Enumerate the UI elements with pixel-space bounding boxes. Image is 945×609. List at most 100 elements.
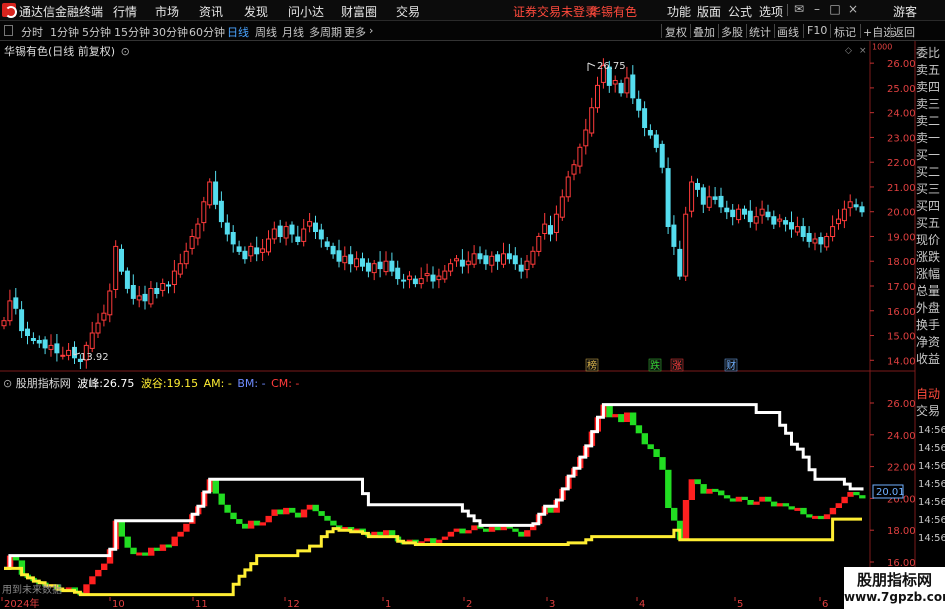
menu-item-quotes[interactable]: 行情 (113, 3, 137, 20)
menu-item-trade[interactable]: 交易 (396, 3, 420, 20)
date-tick-label: 3 (549, 599, 555, 609)
tab-period-monthly[interactable]: 月线 (282, 24, 304, 40)
indicator-block (665, 469, 672, 508)
event-marker[interactable]: 榜 (585, 358, 599, 372)
indicator-block (735, 496, 743, 502)
main-kline-chart[interactable]: 26.00 25.00 24.00 23.00 22.00 21.00 20.00 19.00… (0, 41, 945, 372)
indicator-block (794, 507, 801, 511)
quote-field-11: 现价 (916, 233, 941, 247)
tab-period-daily[interactable]: 日线 (227, 24, 249, 40)
tab-period-60min[interactable]: 60分钟 (189, 24, 225, 40)
indicator-block (242, 523, 249, 529)
toolbar-separator (860, 24, 861, 38)
candle (683, 206, 689, 281)
button-multi-stock[interactable]: 多股 (721, 24, 743, 40)
event-marker[interactable]: 财 (724, 358, 738, 372)
indicator-block (518, 531, 525, 537)
indicator-tick-label: 22.00 (887, 463, 916, 474)
maximize-icon[interactable]: □ (828, 2, 842, 17)
event-marker[interactable]: 涨 (670, 358, 684, 372)
button-overlay[interactable]: 叠加 (693, 24, 715, 40)
price-tick-label: 26.00 (887, 59, 916, 70)
menu-item-formula[interactable]: 公式 (728, 3, 752, 20)
indicator-block (318, 511, 325, 516)
quote-field-5: 卖一 (916, 131, 941, 145)
tab-period-multi[interactable]: 多周期 (309, 24, 342, 40)
chevron-down-icon[interactable]: ⊙ (121, 45, 130, 58)
indicator-block (788, 506, 795, 510)
button-f10[interactable]: F10 (807, 24, 827, 37)
quote-detail-panel: 委比 卖五 卖四 卖三 卖二 卖一 买一 买二 买三 买四 买五 现价 涨跌 涨幅 总量 外盘 换手 净资 收益 (916, 45, 945, 368)
chevron-right-icon[interactable]: › (369, 24, 373, 37)
cm-value: CM: - (271, 377, 300, 390)
tab-period-15min[interactable]: 15分钟 (114, 24, 150, 40)
button-mark[interactable]: 标记 (834, 24, 856, 40)
tab-period-1min[interactable]: 1分钟 (50, 24, 79, 40)
candle (689, 175, 695, 218)
indicator-chart[interactable]: 26.0024.0022.0020.0018.0016.00 20.01 用到未… (0, 372, 945, 600)
toolbar-separator (830, 24, 831, 38)
indicator-block (835, 503, 842, 508)
tab-period-more[interactable]: 更多 (344, 24, 366, 40)
button-draw-line[interactable]: 画线 (777, 24, 799, 40)
indicator-block (682, 500, 690, 540)
button-back[interactable]: 返回 (893, 24, 915, 40)
menu-item-ask[interactable]: 问小达 (288, 3, 324, 20)
trade-login-warning[interactable]: 证券交易未登录 (513, 3, 597, 20)
menu-item-options[interactable]: 选项 (759, 3, 783, 20)
menu-item-wealth-circle[interactable]: 财富圈 (341, 3, 377, 20)
tab-period-5min[interactable]: 5分钟 (82, 24, 111, 40)
close-icon[interactable]: × (846, 2, 860, 17)
guest-user-label[interactable]: 游客 (893, 3, 917, 20)
collapse-panel-icon[interactable] (4, 25, 13, 36)
price-tick-label: 23.00 (887, 133, 916, 144)
price-tick-label: 15.00 (887, 332, 916, 343)
tab-period-timeshare[interactable]: 分时 (21, 24, 43, 40)
menu-item-discover[interactable]: 发现 (244, 3, 268, 20)
quote-field-17: 净资 (916, 335, 941, 349)
peak-label: 波峰: (77, 377, 103, 390)
indicator-block (177, 531, 184, 537)
indicator-block (776, 503, 784, 507)
time-tag: 14:56 (918, 533, 945, 544)
price-tick-label: 21.00 (887, 183, 916, 194)
button-statistics[interactable]: 统计 (749, 24, 771, 40)
trade-label[interactable]: 交易 (916, 403, 945, 420)
indicator-block (653, 449, 660, 457)
button-adjust-price[interactable]: 复权 (665, 24, 687, 40)
quote-field-14: 总量 (916, 284, 941, 298)
indicator-block (447, 531, 455, 537)
indicator-block (171, 536, 178, 547)
indicator-block (259, 522, 266, 526)
indicator-block (153, 547, 161, 551)
menu-item-function[interactable]: 功能 (667, 3, 691, 20)
menu-item-news[interactable]: 资讯 (199, 3, 223, 20)
indicator-block (618, 414, 625, 423)
event-marker[interactable]: 跌 (648, 358, 662, 372)
quote-field-0: 委比 (916, 46, 941, 60)
menu-item-layout[interactable]: 版面 (697, 3, 721, 20)
pane-close-icon[interactable]: × (859, 46, 867, 56)
quote-field-7: 买二 (916, 165, 941, 179)
date-tick-label: 4 (639, 599, 645, 609)
menu-bar: 通达信金融终端 行情 市场 资讯 发现 问小达 财富圈 交易 证券交易未登录 华… (0, 0, 945, 21)
quote-field-18: 收益 (916, 352, 941, 366)
indicator-block (659, 457, 666, 470)
indicator-settings-icon[interactable]: ⊙ (3, 377, 12, 390)
indicator-block (671, 507, 678, 521)
indicator-block (300, 509, 308, 518)
menu-item-market[interactable]: 市场 (155, 3, 179, 20)
indicator-block (212, 479, 219, 494)
date-tick-label: 1 (385, 599, 391, 609)
indicator-name[interactable]: 股朋指标网 (16, 377, 71, 390)
tab-period-30min[interactable]: 30分钟 (152, 24, 188, 40)
minimize-icon[interactable]: – (810, 2, 824, 17)
indicator-block (723, 495, 731, 499)
indicator-block (471, 525, 478, 531)
pane-settings-icon[interactable]: ◇ (845, 46, 852, 56)
mail-icon[interactable]: ✉ (792, 2, 806, 17)
toolbar-separator (661, 24, 662, 38)
quote-field-15: 外盘 (916, 301, 941, 315)
auto-label[interactable]: 自动 (916, 386, 945, 403)
tab-period-weekly[interactable]: 周线 (255, 24, 277, 40)
